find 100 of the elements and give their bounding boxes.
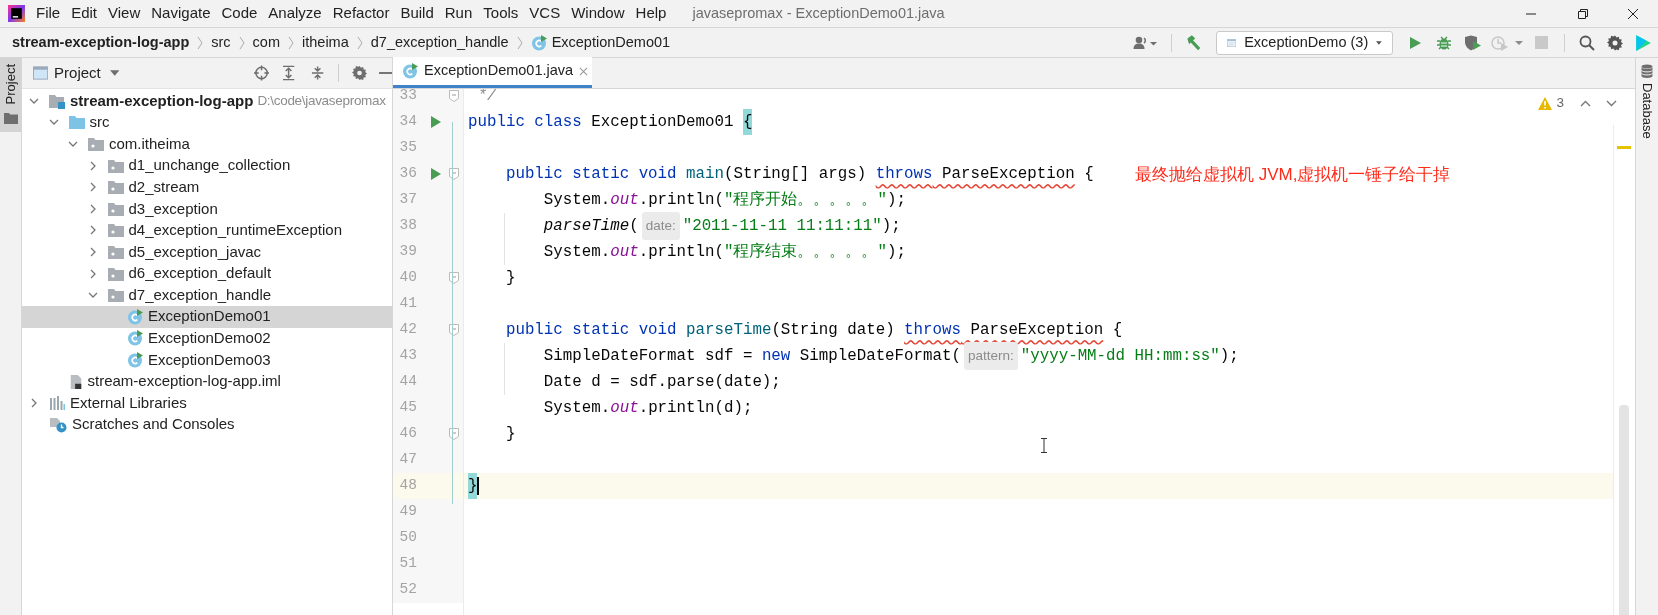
breadcrumb-item[interactable]: d7_exception_handle [370, 31, 509, 54]
settings-icon[interactable] [351, 65, 367, 81]
close-icon[interactable] [1627, 7, 1639, 20]
code-line: SimpleDateFormat sdf = new SimpleDateFormat( pattern: "yyyy-MM-dd HH:mm:ss"); [463, 342, 1239, 370]
run-icon[interactable] [1408, 35, 1422, 50]
chevron-down-icon[interactable] [1606, 99, 1617, 107]
restore-icon[interactable] [1577, 7, 1589, 20]
tree-item-label: stream-exception-log-app [70, 90, 254, 111]
tree-item[interactable]: d6_exception_default [22, 262, 392, 285]
menu-item[interactable]: View [108, 2, 141, 25]
tree-item-label: src [89, 112, 110, 133]
fold-marker-icon[interactable] [449, 90, 459, 102]
module-icon [49, 92, 65, 109]
menu-item[interactable]: VCS [529, 2, 561, 25]
chevron-down-icon[interactable] [87, 292, 98, 299]
tree-item[interactable]: com.itheima [22, 133, 392, 155]
tree-item-label: ExceptionDemo03 [148, 349, 271, 370]
tree-item[interactable]: d4_exception_runtimeException [22, 219, 392, 242]
menu-item[interactable]: Code [221, 2, 258, 25]
run-configuration-dropdown[interactable]: ExceptionDemo (3) [1216, 30, 1393, 55]
scrollbar-thumb[interactable] [1619, 405, 1629, 615]
folder-icon [107, 265, 124, 282]
chevron-up-icon[interactable] [1580, 99, 1591, 107]
folder-icon [3, 112, 18, 125]
tree-item[interactable]: src [22, 111, 392, 134]
tree-item[interactable]: d1_unchange_collection [22, 154, 392, 177]
line-number: 36 [398, 164, 417, 184]
breadcrumb-item[interactable]: com [252, 31, 280, 54]
menu-item[interactable]: Build [400, 2, 434, 25]
tree-item[interactable]: d3_exception [22, 197, 392, 220]
menu-item[interactable]: Refactor [332, 2, 390, 25]
tree-item[interactable]: d2_stream [22, 176, 392, 198]
caret-icon [1376, 39, 1382, 46]
editor-tab[interactable]: ExceptionDemo01.java [393, 57, 592, 88]
code-line: System.out.println("程序结束。。。。。"); [542, 241, 906, 263]
class-icon [127, 351, 143, 368]
chevron-down-icon[interactable] [48, 119, 59, 126]
expand-all-icon[interactable] [282, 65, 296, 81]
chevron-right-icon[interactable] [89, 182, 96, 193]
breadcrumb-item[interactable]: stream-exception-log-app [12, 31, 190, 54]
chevron-right-icon[interactable] [89, 225, 96, 236]
tree-item-label: ExceptionDemo02 [148, 328, 271, 349]
breadcrumb-item[interactable]: itheima [302, 31, 349, 54]
coverage-icon[interactable] [1464, 34, 1482, 51]
chevron-down-icon[interactable] [68, 141, 78, 147]
menu-item[interactable]: Navigate [151, 2, 211, 25]
line-number: 50 [398, 528, 417, 548]
hammer-icon[interactable] [1184, 33, 1202, 52]
panel-title[interactable]: Project [54, 61, 101, 85]
menu-item[interactable]: Analyze [268, 2, 322, 25]
chevron-right-icon[interactable] [89, 203, 96, 214]
tree-item[interactable]: ExceptionDemo03 [22, 349, 392, 371]
folder-icon [107, 200, 124, 217]
database-side-tab[interactable]: Database [1636, 58, 1658, 139]
run-icon[interactable] [431, 116, 441, 128]
chevron-right-icon[interactable] [89, 246, 96, 257]
app-logo-icon [8, 5, 25, 22]
tree-item[interactable]: Scratches and Consoles [22, 413, 392, 436]
tree-item-label: com.itheima [109, 133, 190, 154]
tree-item[interactable]: ExceptionDemo02 [22, 327, 392, 350]
line-number: 46 [398, 424, 417, 444]
chevron-right-icon[interactable] [89, 160, 96, 171]
class-icon [127, 330, 143, 347]
minimize-panel-icon[interactable] [378, 71, 392, 75]
tree-item[interactable]: External Libraries [22, 392, 392, 414]
tree-item-label: Scratches and Consoles [72, 414, 235, 435]
caret-icon[interactable] [109, 70, 120, 76]
run-icon[interactable] [431, 168, 441, 180]
chevron-right-icon [516, 35, 523, 50]
tree-item[interactable]: ExceptionDemo01 [22, 305, 392, 328]
chevron-down-icon[interactable] [29, 97, 39, 104]
collapse-all-icon[interactable] [310, 65, 324, 81]
tree-item[interactable]: d7_exception_handle [22, 284, 392, 306]
folder-icon [88, 136, 104, 152]
tree-item[interactable]: stream-exception-log-app.iml [22, 370, 392, 393]
tree-item[interactable]: stream-exception-log-app D:\code\javasepromax [22, 90, 392, 112]
tree-item-label: d1_unchange_collection [128, 155, 291, 176]
breadcrumb-item[interactable]: src [211, 31, 231, 54]
warning-count[interactable]: 3 [1556, 93, 1564, 114]
tree-item[interactable]: d5_exception_javac [22, 241, 392, 263]
menu-item[interactable]: Tools [483, 2, 519, 25]
search-icon[interactable] [1579, 34, 1595, 51]
menu-item[interactable]: File [36, 2, 61, 25]
bug-icon[interactable] [1436, 34, 1452, 51]
menu-item[interactable]: Edit [71, 2, 98, 25]
menu-item[interactable]: Help [635, 2, 667, 25]
file-icon [68, 373, 83, 390]
locate-icon[interactable] [254, 65, 270, 81]
user-caret-icon[interactable] [1133, 34, 1159, 51]
menu-item[interactable]: Run [444, 2, 473, 25]
project-side-tab[interactable]: Project [0, 58, 21, 133]
folder-icon [68, 114, 85, 131]
menu-item[interactable]: Window [571, 2, 625, 25]
line-number: 37 [398, 190, 417, 210]
settings-icon[interactable] [1607, 34, 1623, 51]
breadcrumb-item[interactable]: ExceptionDemo01 [551, 31, 671, 54]
chevron-right-icon[interactable] [89, 268, 96, 279]
chevron-right-icon[interactable] [31, 398, 37, 409]
warning-stripe [1617, 146, 1631, 149]
folder-icon [107, 157, 124, 174]
